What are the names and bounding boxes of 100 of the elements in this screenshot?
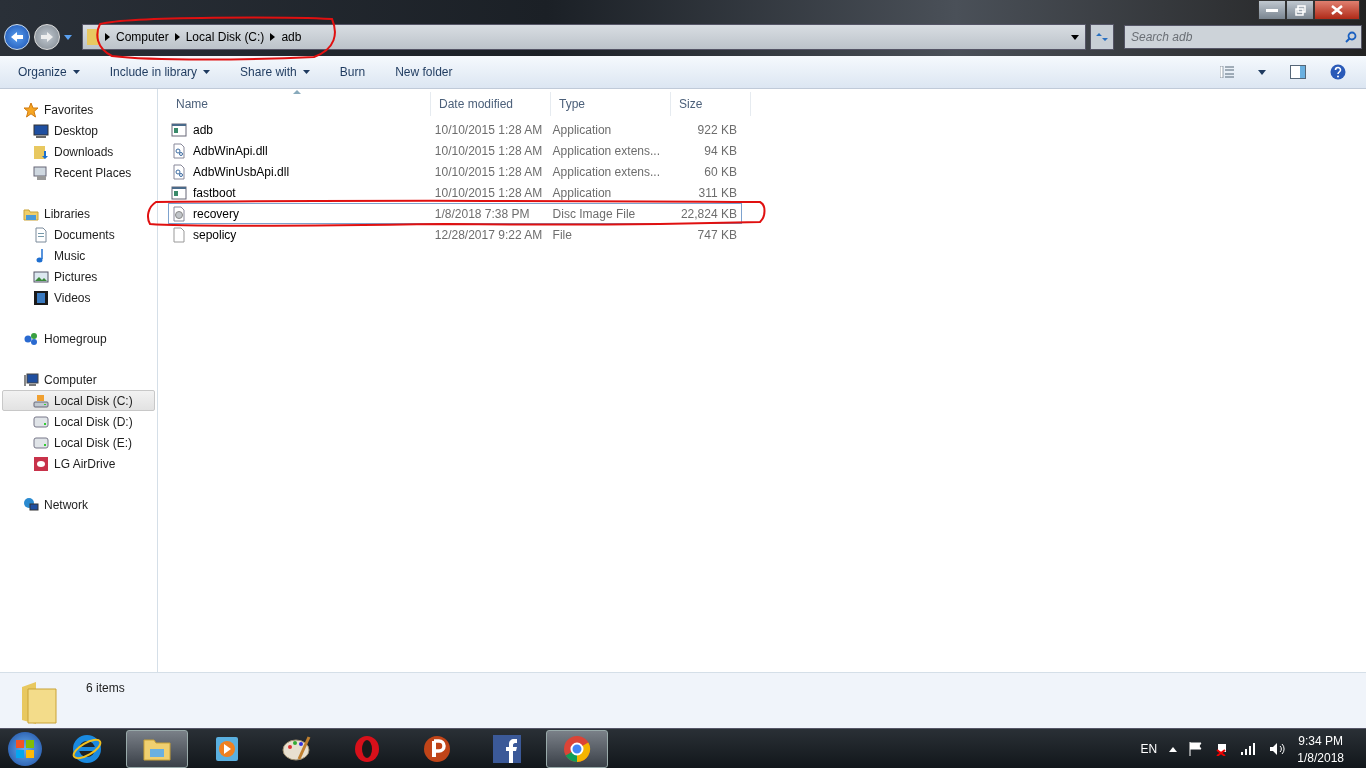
chrome-icon	[561, 733, 593, 765]
sidebar-item[interactable]: Local Disk (D:)	[2, 411, 155, 432]
file-row[interactable]: recovery 1/8/2018 7:38 PM Disc Image File 22,824 KB	[168, 203, 742, 224]
sort-arrow-icon	[293, 90, 301, 94]
back-button[interactable]	[4, 24, 30, 50]
ie-icon	[71, 733, 103, 765]
type-cell-text: File	[551, 227, 573, 242]
computer-icon	[23, 371, 39, 388]
sidebar-item[interactable]: Videos	[2, 287, 155, 308]
file-row[interactable]: sepolicy 12/28/2017 9:22 AM File 747 KB	[168, 224, 742, 245]
toolbar-button[interactable]: Share with	[232, 61, 318, 83]
size-cell-text: 60 KB	[703, 164, 738, 179]
arrow-left-icon	[10, 31, 24, 43]
preview-pane-icon[interactable]	[1290, 65, 1306, 79]
application-file-icon	[171, 121, 187, 138]
search-input[interactable]: Search adb	[1129, 29, 1345, 45]
close-icon	[1331, 5, 1343, 15]
chevron-icon[interactable]	[270, 33, 276, 41]
sidebar-item[interactable]: Local Disk (C:)	[2, 390, 155, 411]
language-indicator[interactable]: EN	[1140, 742, 1158, 756]
file-name: AdbWinUsbApi.dll	[193, 164, 290, 179]
clock-date[interactable]: 1/8/2018	[1297, 750, 1344, 765]
file-row[interactable]: adb 10/10/2015 1:28 AM Application 922 KB	[168, 119, 742, 140]
sidebar-group[interactable]: Libraries	[2, 203, 155, 224]
address-bar[interactable]: Computer Local Disk (C:) adb	[82, 24, 1086, 50]
sidebar-item[interactable]: Recent Places	[2, 162, 155, 183]
start-button[interactable]	[8, 732, 42, 766]
item-count: 6 items	[86, 681, 125, 697]
chevron-icon[interactable]	[174, 33, 180, 41]
breadcrumb-item[interactable]: adb	[281, 30, 302, 44]
flag-icon[interactable]	[1189, 742, 1204, 756]
file-row[interactable]: fastboot 10/10/2015 1:28 AM Application 311 KB	[168, 182, 742, 203]
downloads-icon	[33, 143, 49, 160]
drive-icon	[33, 413, 49, 430]
network-icon	[23, 496, 39, 513]
type-cell-text: Application	[551, 185, 613, 200]
sidebar-item[interactable]: Desktop	[2, 120, 155, 141]
caret-icon[interactable]	[1258, 69, 1266, 75]
file-row[interactable]: AdbWinUsbApi.dll 10/10/2015 1:28 AM Application extens... 60 KB	[168, 161, 742, 182]
date-cell-text: 12/28/2017 9:22 AM	[433, 227, 544, 242]
toolbar-button[interactable]: Include in library	[101, 61, 219, 83]
sidebar-item[interactable]: LG AirDrive	[2, 453, 155, 474]
facebook-icon	[491, 733, 523, 765]
toolbar-button[interactable]: Burn	[331, 61, 374, 83]
column-header[interactable]: Name	[168, 92, 431, 116]
clock-time[interactable]: 9:34 PM	[1298, 733, 1343, 748]
refresh-button[interactable]	[1090, 24, 1114, 50]
arrow-right-icon	[40, 31, 54, 43]
desktop-icon	[33, 122, 49, 139]
date-cell-text: 10/10/2015 1:28 AM	[433, 164, 544, 179]
size-cell-text: 94 KB	[703, 143, 738, 158]
signal-icon[interactable]	[1241, 743, 1258, 755]
restore-button[interactable]	[1286, 0, 1314, 20]
sidebar-group[interactable]: Computer	[2, 369, 155, 390]
videos-icon	[33, 289, 49, 306]
search-icon[interactable]	[1345, 31, 1357, 43]
type-cell-text: Application extens...	[551, 164, 661, 179]
file-name: recovery	[193, 206, 239, 221]
file-name: AdbWinApi.dll	[193, 143, 268, 158]
type-cell-text: Disc Image File	[551, 206, 637, 221]
folder-icon	[20, 681, 60, 725]
sidebar-group[interactable]: Homegroup	[2, 328, 155, 349]
sidebar-group[interactable]: Favorites	[2, 99, 155, 120]
breadcrumb-item[interactable]: Computer	[116, 30, 169, 44]
chevron-icon[interactable]	[105, 33, 110, 41]
sidebar-item[interactable]: Downloads	[2, 141, 155, 162]
caret-icon[interactable]	[1071, 34, 1079, 40]
sidebar-item[interactable]: Pictures	[2, 266, 155, 287]
date-cell-text: 1/8/2018 7:38 PM	[433, 206, 531, 221]
sidebar-group[interactable]: Network	[2, 494, 155, 515]
column-header[interactable]: Size	[671, 92, 751, 116]
sidebar-item[interactable]: Music	[2, 245, 155, 266]
search-field[interactable]: Search adb	[1124, 25, 1362, 49]
minimize-icon	[1266, 8, 1278, 12]
speaker-icon[interactable]	[1269, 742, 1286, 756]
sidebar-item[interactable]: Local Disk (E:)	[2, 432, 155, 453]
close-button[interactable]	[1314, 0, 1360, 20]
file-name: sepolicy	[193, 227, 237, 242]
date-cell-text: 10/10/2015 1:28 AM	[433, 122, 544, 137]
taskbar-app[interactable]	[126, 730, 188, 768]
forward-button[interactable]	[34, 24, 60, 50]
column-header[interactable]: Type	[551, 92, 671, 116]
file-row[interactable]: AdbWinApi.dll 10/10/2015 1:28 AM Application extens... 94 KB	[168, 140, 742, 161]
toolbar-button[interactable]: New folder	[387, 61, 461, 83]
tiles-icon	[16, 740, 34, 758]
psiphon-icon	[421, 733, 453, 765]
refresh-icon	[1095, 31, 1109, 43]
sidebar-item[interactable]: Documents	[2, 224, 155, 245]
toolbar-button[interactable]: Organize	[10, 61, 88, 83]
size-cell-text: 922 KB	[696, 122, 738, 137]
breadcrumb-item[interactable]: Local Disk (C:)	[185, 30, 265, 44]
star-icon	[23, 101, 39, 118]
application-file-icon	[171, 184, 187, 201]
pictures-icon	[33, 268, 49, 285]
column-header[interactable]: Date modified	[431, 92, 551, 116]
caret-icon[interactable]	[1169, 746, 1178, 752]
help-icon[interactable]	[1330, 64, 1346, 80]
minimize-button[interactable]	[1258, 0, 1286, 20]
date-cell-text: 10/10/2015 1:28 AM	[433, 143, 544, 158]
taskbar-app[interactable]	[546, 730, 608, 768]
